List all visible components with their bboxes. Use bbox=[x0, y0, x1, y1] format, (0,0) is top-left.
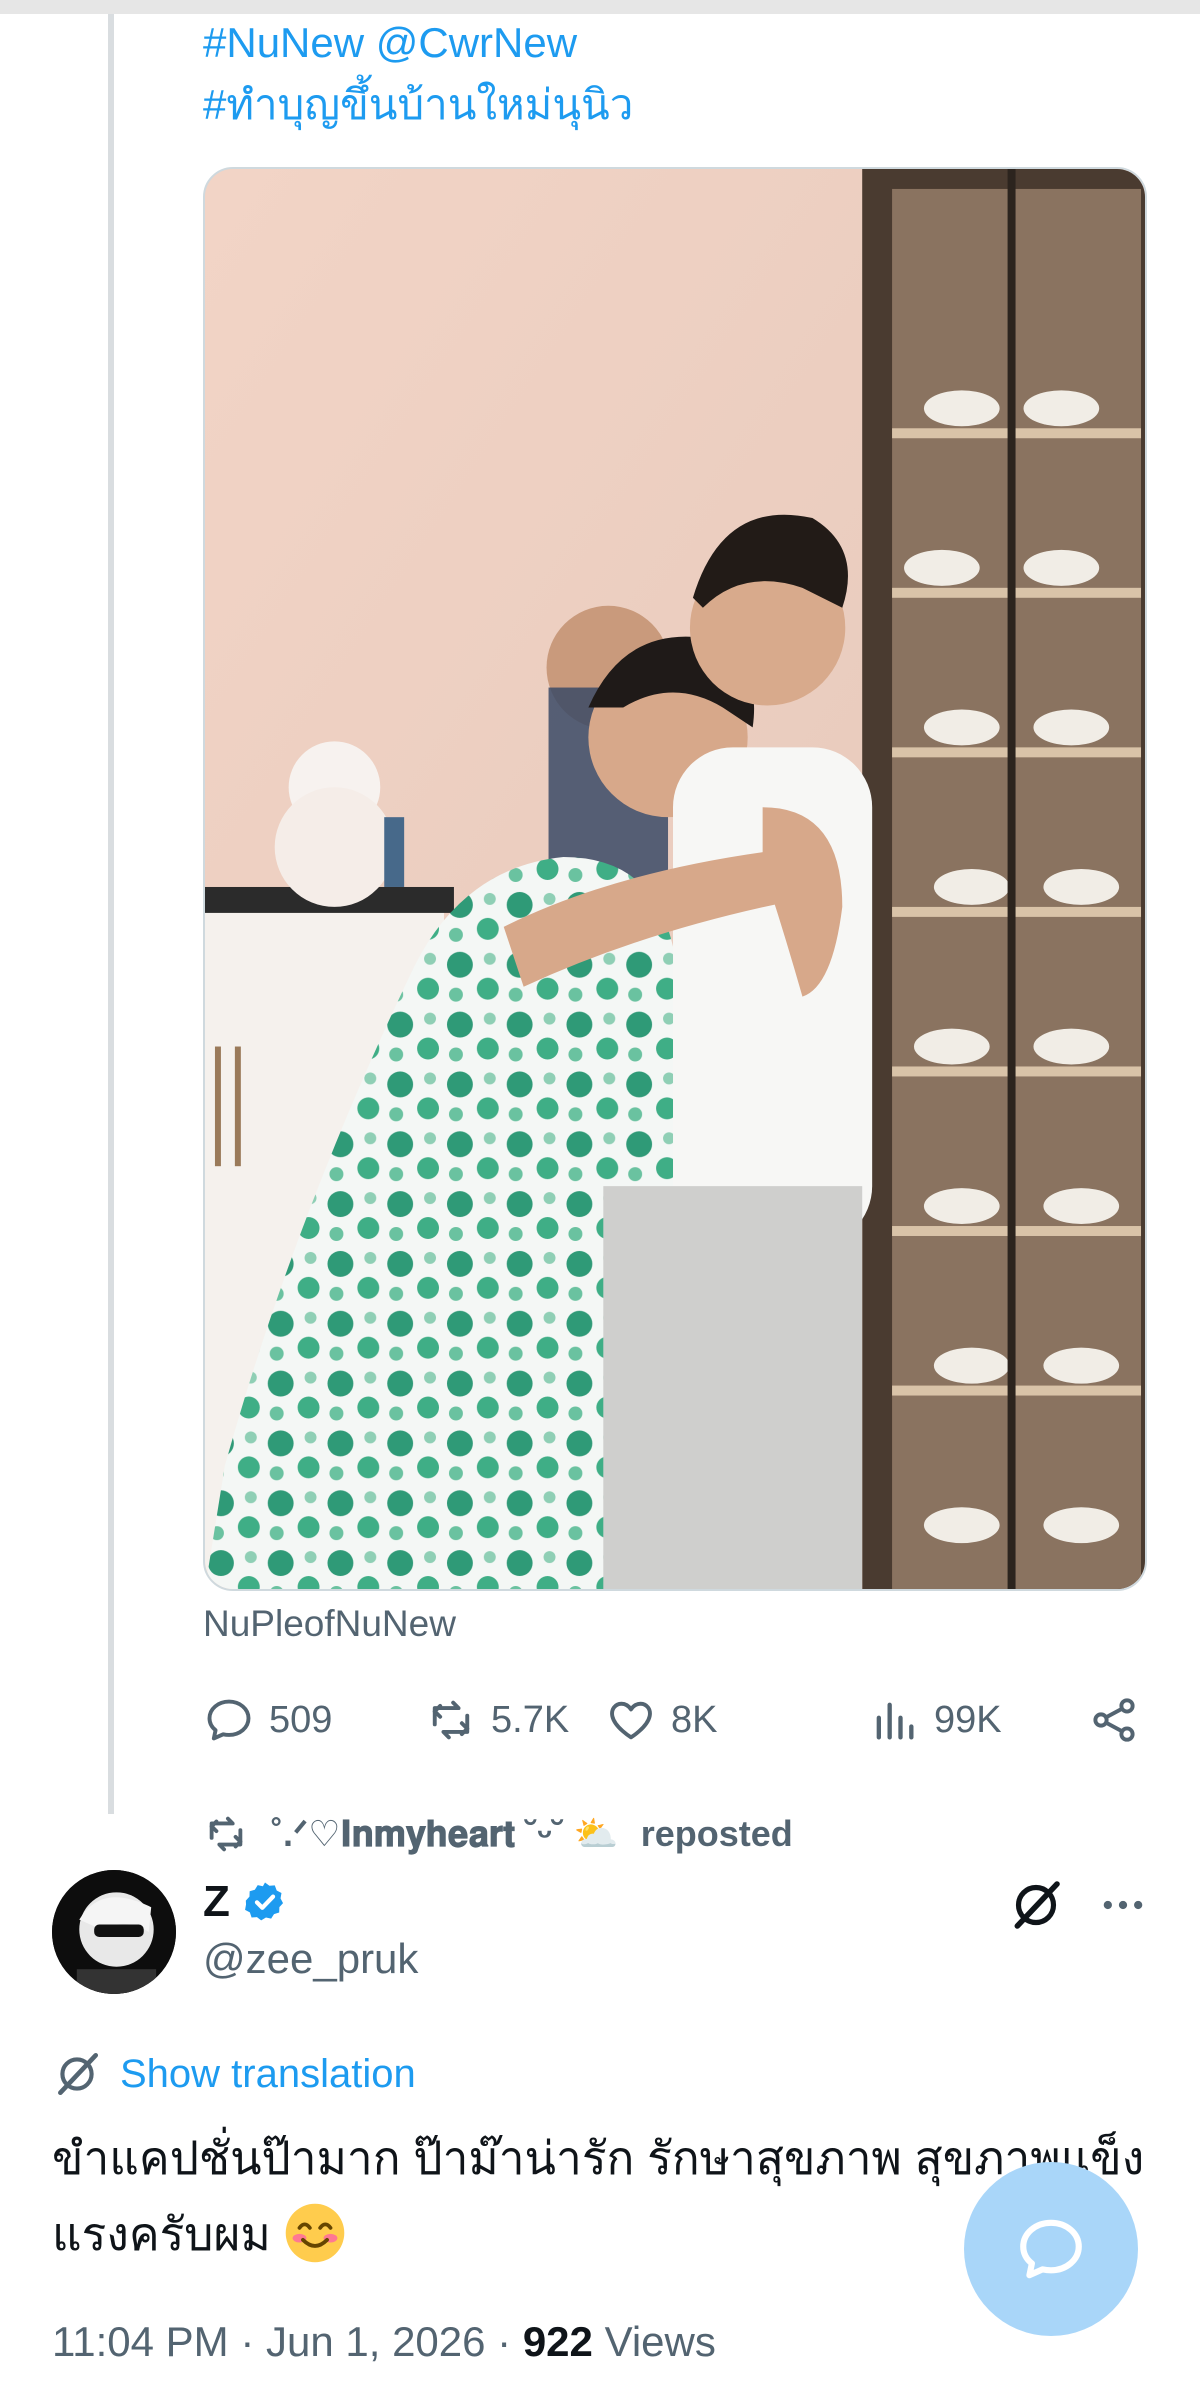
reply-count: 509 bbox=[269, 1698, 333, 1741]
repost-button[interactable]: 5.7K bbox=[425, 1690, 569, 1750]
tweet-views-count: 922 bbox=[522, 2318, 593, 2365]
tweet-date[interactable]: Jun 1, 2026 bbox=[266, 2318, 486, 2365]
like-count: 8K bbox=[671, 1698, 718, 1741]
compose-message-button[interactable] bbox=[964, 2162, 1138, 2336]
avatar-image bbox=[52, 1870, 176, 1994]
more-icon bbox=[1103, 1900, 1143, 1910]
avatar[interactable] bbox=[52, 1870, 176, 1994]
reply-button[interactable]: 509 bbox=[203, 1690, 332, 1750]
share-button[interactable] bbox=[1088, 1690, 1140, 1750]
smiling-face-emoji-icon bbox=[285, 2203, 344, 2263]
grok-icon bbox=[1014, 1881, 1060, 1929]
show-translation-label: Show translation bbox=[120, 2051, 416, 2096]
grok-button[interactable] bbox=[1003, 1872, 1069, 1938]
photo-source-label[interactable]: NuPleofNuNew bbox=[203, 1603, 456, 1645]
reposted-label: reposted bbox=[640, 1813, 793, 1854]
author-handle[interactable]: @zee_pruk bbox=[203, 1935, 418, 1983]
message-bubble-icon bbox=[1020, 2219, 1082, 2279]
thread-connector-line bbox=[108, 14, 114, 1814]
author-name-row[interactable]: Z bbox=[203, 1872, 288, 1932]
verified-badge-icon bbox=[242, 1879, 288, 1925]
heart-icon bbox=[610, 1701, 652, 1740]
views-button[interactable]: 99K bbox=[868, 1690, 1002, 1750]
repost-count: 5.7K bbox=[491, 1698, 570, 1741]
display-name[interactable]: Z bbox=[203, 1877, 230, 1927]
post-photo[interactable] bbox=[203, 167, 1147, 1591]
post-hashtags: #NuNew @CwrNew #ทำบุญขึ้นบ้านใหม่นุนิว bbox=[203, 12, 633, 136]
translate-icon bbox=[58, 2052, 99, 2096]
tweet-views-label: Views bbox=[604, 2318, 716, 2365]
show-translation-link[interactable]: Show translation bbox=[52, 2046, 416, 2102]
tweet-time[interactable]: 11:04 PM bbox=[52, 2318, 229, 2365]
repost-banner[interactable]: ˚.ᐟ♡𝐈𝐧𝐦𝐲𝐡𝐞𝐚𝐫𝐭 ˘ᵕ˘ ⛅ reposted bbox=[203, 1808, 793, 1860]
reply-icon bbox=[207, 1699, 251, 1741]
meta-separator: · bbox=[497, 2318, 523, 2365]
repost-icon bbox=[432, 1700, 470, 1740]
reposter-name[interactable]: ˚.ᐟ♡𝐈𝐧𝐦𝐲𝐡𝐞𝐚𝐫𝐭 ˘ᵕ˘ ⛅ bbox=[271, 1813, 619, 1856]
share-icon bbox=[1093, 1698, 1135, 1742]
views-bar-icon bbox=[876, 1702, 914, 1740]
more-options-button[interactable] bbox=[1088, 1872, 1158, 1938]
photo-illustration bbox=[205, 169, 1145, 1589]
hashtag-line-1[interactable]: #NuNew @CwrNew bbox=[203, 12, 633, 74]
like-button[interactable]: 8K bbox=[605, 1690, 717, 1750]
repost-icon bbox=[209, 1816, 243, 1852]
hashtag-line-2[interactable]: #ทำบุญขึ้นบ้านใหม่นุนิว bbox=[203, 74, 633, 136]
views-count: 99K bbox=[934, 1698, 1002, 1741]
post-action-bar: 509 5.7K 8K 99K bbox=[203, 1690, 1147, 1750]
meta-separator: · bbox=[240, 2318, 266, 2365]
tweet-meta: 11:04 PM · Jun 1, 2026 · 922 Views bbox=[52, 2318, 716, 2366]
